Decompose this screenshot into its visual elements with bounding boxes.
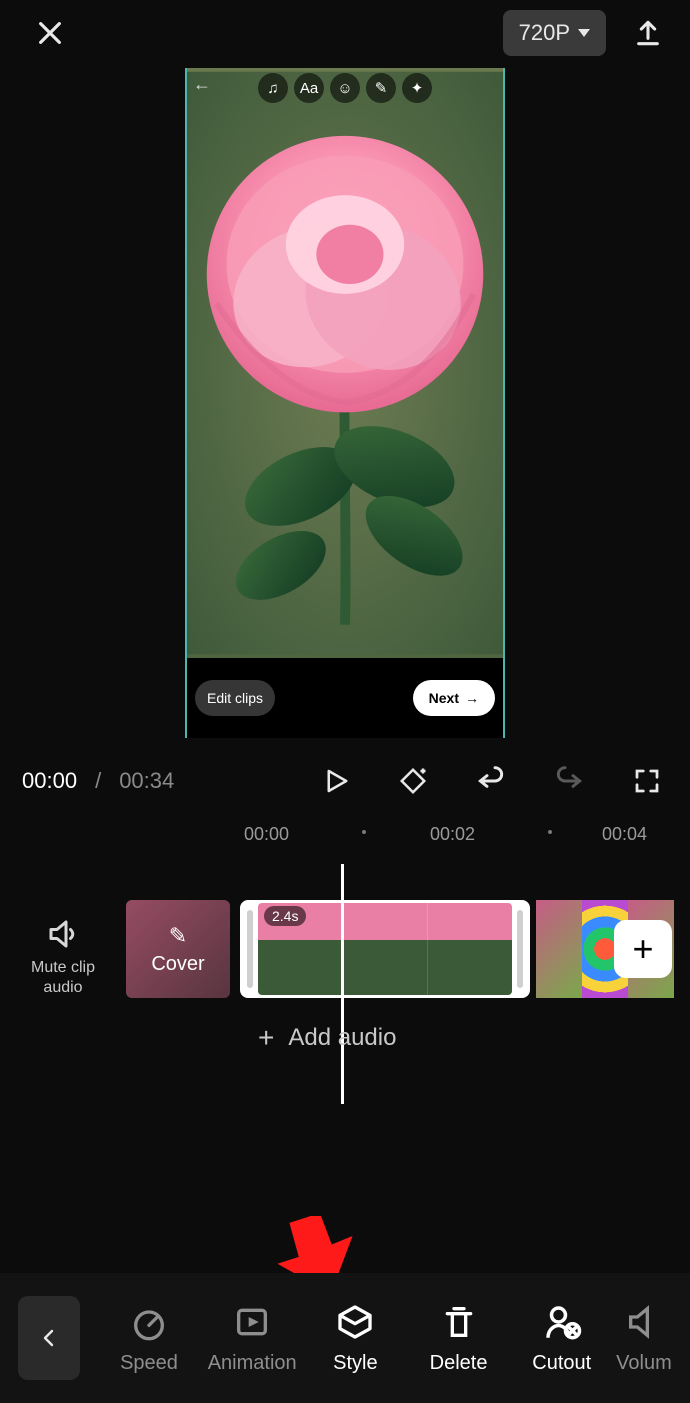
mini-tool-effects[interactable]: ✦: [402, 73, 432, 103]
mute-clip-audio-button[interactable]: Mute clip audio: [10, 916, 116, 998]
plus-icon: +: [258, 1022, 274, 1054]
top-right-controls: 720P: [503, 10, 664, 56]
play-button[interactable]: [314, 760, 356, 802]
top-bar: 720P: [0, 0, 690, 66]
clip-frame: [427, 903, 512, 995]
preview-frame[interactable]: ← ♫ Aa ☺ ✎ ✦ Edit clips Next →: [185, 68, 505, 738]
toolbar-back-button[interactable]: [18, 1296, 80, 1380]
keyframe-icon: [398, 766, 428, 796]
clip-handle-right[interactable]: [517, 910, 523, 988]
cover-label: Cover: [151, 953, 204, 976]
ruler-tick-0: 00:00: [244, 824, 289, 845]
toolbar-delete[interactable]: Delete: [408, 1302, 510, 1375]
export-icon: [632, 17, 664, 49]
keyframe-button[interactable]: [392, 760, 434, 802]
style-icon: [335, 1302, 375, 1342]
cover-thumb[interactable]: ✎ Cover: [126, 900, 230, 998]
toolbar-speed[interactable]: Speed: [98, 1302, 200, 1375]
mute-label-line2: audio: [10, 978, 116, 998]
time-ruler[interactable]: 00:00 00:02 00:04: [0, 818, 690, 854]
preview-area: ← ♫ Aa ☺ ✎ ✦ Edit clips Next →: [0, 66, 690, 744]
toolbar-label: Cutout: [532, 1352, 591, 1375]
draw-icon: ✎: [375, 79, 388, 97]
ruler-tick-2: 00:04: [602, 824, 647, 845]
toolbar-label: Style: [333, 1352, 377, 1375]
edit-icon: ✎: [169, 923, 187, 949]
preview-mini-toolbar: ♫ Aa ☺ ✎ ✦: [187, 72, 503, 104]
close-icon: [34, 17, 66, 49]
mini-tool-sticker[interactable]: ☺: [330, 73, 360, 103]
next-button[interactable]: Next →: [413, 680, 495, 716]
toolbar-label: Animation: [208, 1352, 297, 1375]
undo-button[interactable]: [470, 760, 512, 802]
ruler-dot: [548, 830, 552, 834]
trash-icon: [439, 1302, 479, 1342]
resolution-selector[interactable]: 720P: [503, 10, 606, 56]
clip-duration-badge: 2.4s: [264, 906, 306, 926]
volume-icon: [624, 1302, 664, 1342]
time-separator: /: [95, 768, 101, 794]
fullscreen-button[interactable]: [626, 760, 668, 802]
current-time: 00:00: [22, 768, 77, 794]
chevron-down-icon: [578, 29, 590, 37]
speed-icon: [129, 1302, 169, 1342]
redo-icon: [553, 765, 585, 797]
export-button[interactable]: [632, 17, 664, 49]
selected-clip[interactable]: 2.4s: [240, 900, 530, 998]
video-editor-screen: 720P: [0, 0, 690, 1403]
toolbar-volume[interactable]: Volum: [614, 1302, 674, 1375]
plus-icon: +: [632, 928, 653, 970]
playback-controls: 00:00 / 00:34: [0, 744, 690, 818]
fullscreen-icon: [632, 766, 662, 796]
bottom-toolbar: Speed Animation Style Delete Cutout Volu: [0, 1273, 690, 1403]
total-time: 00:34: [119, 768, 174, 794]
toolbar-style[interactable]: Style: [304, 1302, 406, 1375]
next-label: Next: [429, 690, 459, 706]
preview-content: [187, 68, 503, 658]
redo-button[interactable]: [548, 760, 590, 802]
resolution-label: 720P: [519, 20, 570, 46]
add-clip-button[interactable]: +: [614, 920, 672, 978]
play-icon: [320, 766, 350, 796]
timeline[interactable]: Mute clip audio ✎ Cover 2.4s: [0, 854, 690, 1144]
sparkle-icon: ✦: [411, 79, 424, 97]
add-audio-label: Add audio: [288, 1024, 396, 1052]
sticker-icon: ☺: [337, 80, 352, 97]
edit-clips-label: Edit clips: [207, 690, 263, 706]
add-audio-button[interactable]: + Add audio: [258, 1022, 396, 1054]
cutout-icon: [541, 1302, 583, 1343]
mini-tool-draw[interactable]: ✎: [366, 73, 396, 103]
toolbar-label: Volum: [616, 1352, 672, 1375]
toolbar-items: Speed Animation Style Delete Cutout Volu: [98, 1302, 680, 1375]
toolbar-animation[interactable]: Animation: [201, 1302, 303, 1375]
mini-tool-text[interactable]: Aa: [294, 73, 324, 103]
ruler-dot: [362, 830, 366, 834]
ruler-tick-1: 00:02: [430, 824, 475, 845]
speaker-icon: [45, 916, 81, 952]
mute-label-line1: Mute clip: [10, 958, 116, 978]
rose-image: [187, 68, 503, 658]
close-button[interactable]: [30, 13, 70, 53]
toolbar-label: Delete: [430, 1352, 488, 1375]
clip-thumb[interactable]: [536, 900, 582, 998]
video-track[interactable]: ✎ Cover 2.4s: [126, 900, 690, 998]
clip-handle-left[interactable]: [247, 910, 253, 988]
mini-tool-music[interactable]: ♫: [258, 73, 288, 103]
clip-frame: [342, 903, 427, 995]
edit-clips-button[interactable]: Edit clips: [195, 680, 275, 716]
chevron-left-icon: [37, 1326, 61, 1350]
preview-bottom-strip: Edit clips Next →: [187, 658, 503, 738]
playhead[interactable]: [341, 864, 344, 1104]
text-icon: Aa: [300, 80, 318, 97]
animation-icon: [232, 1302, 272, 1342]
undo-icon: [475, 765, 507, 797]
toolbar-cutout[interactable]: Cutout: [511, 1302, 613, 1375]
arrow-right-icon: →: [465, 690, 479, 706]
music-icon: ♫: [267, 80, 278, 97]
toolbar-label: Speed: [120, 1352, 178, 1375]
